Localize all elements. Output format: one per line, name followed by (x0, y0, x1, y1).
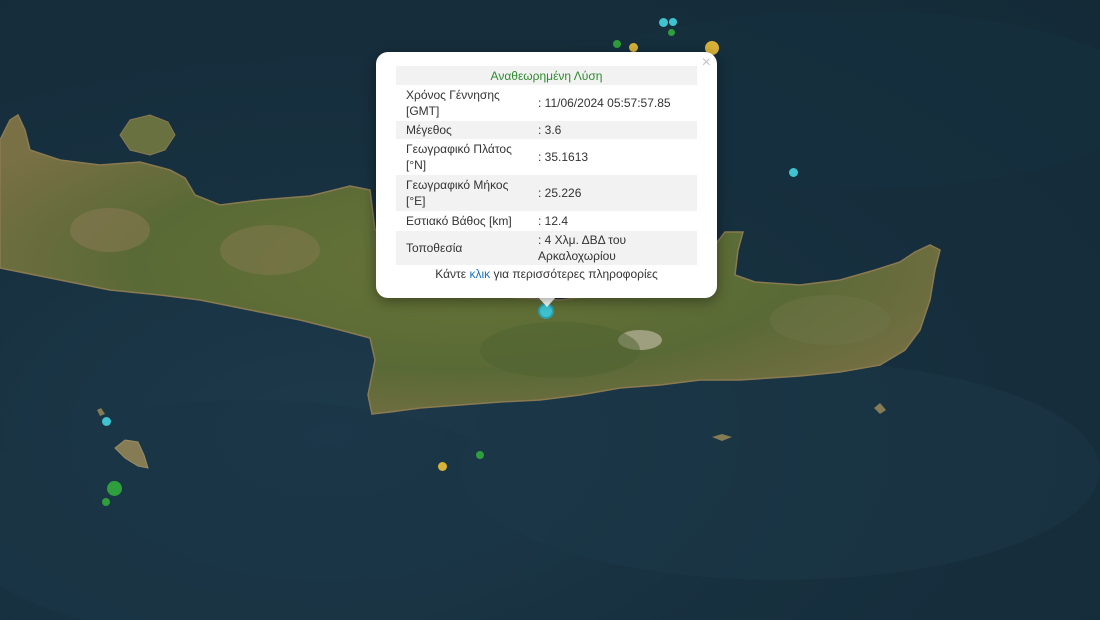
info-row: Εστιακό Βάθος [km] : 12.4 (396, 211, 697, 231)
close-icon[interactable]: × (702, 55, 711, 71)
info-value: : 35.1613 (538, 150, 589, 164)
info-value: : 12.4 (538, 214, 569, 228)
earthquake-marker[interactable] (789, 168, 798, 177)
earthquake-marker[interactable] (102, 417, 111, 426)
popup-title: Αναθεωρημένη Λύση (396, 66, 697, 85)
dia-island (119, 114, 176, 156)
info-row: Γεωγραφικό Μήκος [°E] : 25.226 (396, 175, 697, 211)
info-label: Τοποθεσία (396, 231, 528, 265)
info-label: Χρόνος Γέννησης [GMT] (406, 88, 500, 118)
earthquake-marker[interactable] (438, 462, 447, 471)
popup-title-row: Αναθεωρημένη Λύση (396, 66, 697, 85)
info-value: : 25.226 (528, 175, 697, 211)
gavdopoula-islet (97, 408, 105, 416)
info-label: Μέγεθος (396, 121, 528, 139)
earthquake-marker[interactable] (659, 18, 668, 27)
earthquake-marker[interactable] (668, 29, 675, 36)
info-value: : 4 Χλμ. ΔΒΔ του Αρκαλοχωρίου (528, 231, 697, 265)
info-row: Μέγεθος : 3.6 (396, 121, 697, 139)
footer-prefix: Κάντε (435, 267, 467, 281)
earthquake-info-popup: × Αναθεωρημένη Λύση Χρόνος Γέννησης [GMT… (376, 52, 717, 298)
info-value: : 3.6 (528, 121, 697, 139)
earthquake-marker[interactable] (613, 40, 621, 48)
info-label: Γεωγραφικό Μήκος [°E] (396, 175, 528, 211)
earthquake-marker[interactable] (102, 498, 110, 506)
info-label: Γεωγραφικό Πλάτος [°N] (406, 142, 512, 172)
earthquake-marker[interactable] (476, 451, 484, 459)
info-value: : 11/06/2024 05:57:57.85 (538, 96, 671, 110)
footer-suffix: για περισσότερες πληροφορίες (493, 267, 658, 281)
info-row: Γεωγραφικό Πλάτος [°N] : 35.1613 (396, 139, 697, 175)
info-row: Τοποθεσία : 4 Χλμ. ΔΒΔ του Αρκαλοχωρίου (396, 231, 697, 265)
info-label: Εστιακό Βάθος [km] (406, 214, 512, 228)
popup-footer: Κάντε κλικ για περισσότερες πληροφορίες (376, 267, 717, 281)
satellite-map[interactable]: × Αναθεωρημένη Λύση Χρόνος Γέννησης [GMT… (0, 0, 1100, 620)
info-row: Χρόνος Γέννησης [GMT] : 11/06/2024 05:57… (396, 85, 697, 121)
earthquake-marker[interactable] (669, 18, 677, 26)
more-info-link[interactable]: κλικ (469, 267, 490, 281)
earthquake-marker[interactable] (629, 43, 638, 52)
earthquake-info-table: Αναθεωρημένη Λύση Χρόνος Γέννησης [GMT] … (396, 66, 697, 265)
earthquake-marker[interactable] (107, 481, 122, 496)
